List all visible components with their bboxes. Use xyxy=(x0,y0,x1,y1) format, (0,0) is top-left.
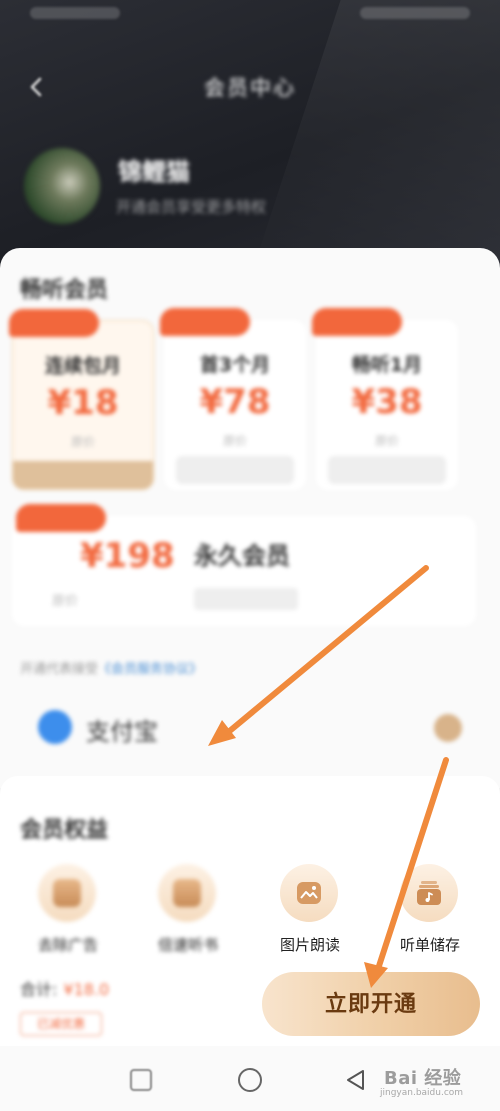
plan-pill xyxy=(194,588,298,610)
plans-content: 畅听会员 连续包月 ¥18 原价 首3个月 ¥78 原价 畅听1月 ¥38 原价… xyxy=(0,248,500,788)
ad-free-icon xyxy=(38,864,96,922)
privilege-label: 倍速听书 xyxy=(157,936,218,954)
privilege-ad-free[interactable]: 去除广告 xyxy=(8,864,128,964)
plan-name: 首3个月 xyxy=(199,354,271,376)
plan-original-price: 原价 xyxy=(52,594,79,609)
watermark-brand: Bai 经验 xyxy=(384,1068,462,1089)
speed-icon xyxy=(158,864,216,922)
header-decoration xyxy=(246,0,500,290)
status-bar-left xyxy=(30,7,120,19)
privilege-label: 听单储存 xyxy=(399,936,460,954)
plan-option-lifetime[interactable]: ¥198 原价 永久会员 xyxy=(12,504,476,626)
plan-tag xyxy=(160,308,250,336)
plan-name: 永久会员 xyxy=(194,542,290,570)
payment-label: 支付宝 xyxy=(86,718,158,746)
plans-section-title: 畅听会员 xyxy=(20,278,109,303)
plan-footer xyxy=(328,456,446,484)
total-price: 合计: ¥18.0 xyxy=(20,976,109,1000)
coupon-badge: 已减优惠 xyxy=(20,1012,102,1036)
header: 会员中心 锦鲤猫 开通会员享受更多特权 xyxy=(0,0,500,290)
plan-price: ¥198 xyxy=(80,536,175,576)
plan-price: ¥78 xyxy=(199,382,271,422)
alipay-icon xyxy=(38,710,72,744)
image-read-icon xyxy=(280,864,338,922)
plan-tag xyxy=(312,308,402,336)
payment-radio[interactable] xyxy=(434,714,462,742)
plan-original-price: 原价 xyxy=(70,435,95,449)
status-bar-right xyxy=(360,7,470,19)
plan-option-quarter[interactable]: 首3个月 ¥78 原价 xyxy=(160,308,306,490)
plan-name: 连续包月 xyxy=(44,355,121,377)
recent-apps-icon[interactable] xyxy=(130,1069,152,1091)
privilege-playlist-save[interactable]: 听单储存 xyxy=(370,864,490,964)
privilege-image-read[interactable]: 图片朗读 xyxy=(250,864,370,964)
agreement-text: 开通代表接受《会员服务协议》 xyxy=(20,658,202,677)
user-subtitle: 开通会员享受更多特权 xyxy=(116,198,267,216)
agreement-link[interactable]: 《会员服务协议》 xyxy=(98,662,202,677)
plan-footer xyxy=(13,461,153,489)
open-now-button[interactable]: 立即开通 xyxy=(262,972,480,1036)
total-price-label: 合计: xyxy=(20,980,58,999)
plan-tag xyxy=(9,309,99,337)
privilege-speed[interactable]: 倍速听书 xyxy=(128,864,248,964)
agreement-prefix: 开通代表接受 xyxy=(20,662,99,677)
plan-original-price: 原价 xyxy=(222,434,247,448)
payment-method-row[interactable]: 支付宝 xyxy=(0,700,500,760)
plan-price: ¥18 xyxy=(47,383,119,423)
plan-option-monthly[interactable]: 连续包月 ¥18 原价 xyxy=(9,309,154,490)
status-bar xyxy=(0,0,500,30)
plan-tag xyxy=(16,504,106,532)
privilege-label: 去除广告 xyxy=(37,936,98,954)
avatar[interactable] xyxy=(24,148,100,224)
plan-footer xyxy=(176,456,294,484)
watermark: Bai 经验 jingyan.baidu.com xyxy=(380,1060,490,1100)
playlist-save-icon xyxy=(400,864,458,922)
plan-option-month[interactable]: 畅听1月 ¥38 原价 xyxy=(312,308,458,490)
privileges-title: 会员权益 xyxy=(20,818,109,843)
user-name: 锦鲤猫 xyxy=(118,158,190,186)
plan-name: 畅听1月 xyxy=(351,354,423,376)
home-icon[interactable] xyxy=(238,1068,262,1092)
total-price-value: ¥18.0 xyxy=(63,980,110,999)
page-title: 会员中心 xyxy=(204,76,296,100)
back-triangle-icon[interactable] xyxy=(344,1068,366,1096)
privilege-label: 图片朗读 xyxy=(279,936,340,954)
membership-plans-card: 畅听会员 连续包月 ¥18 原价 首3个月 ¥78 原价 畅听1月 ¥38 原价… xyxy=(0,248,500,788)
plan-price: ¥38 xyxy=(351,382,423,422)
plan-original-price: 原价 xyxy=(374,434,399,448)
watermark-url: jingyan.baidu.com xyxy=(380,1088,464,1098)
